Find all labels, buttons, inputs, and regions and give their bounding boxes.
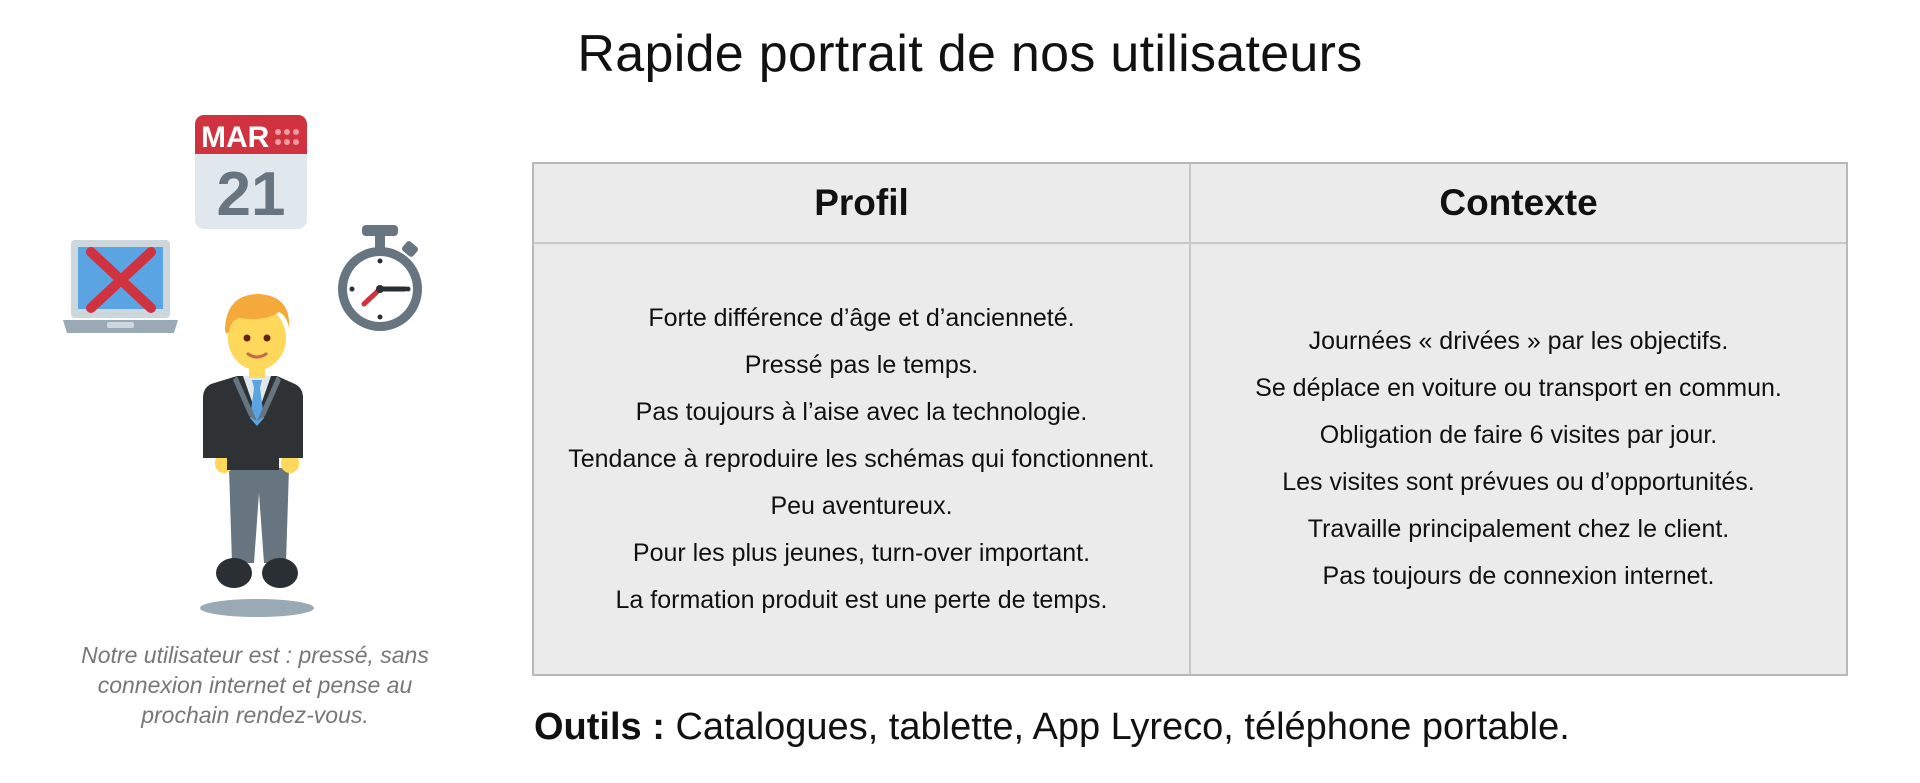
profil-column: Profil Forte différence d’âge et d’ancie… — [534, 164, 1191, 674]
profil-line: Pressé pas le temps. — [744, 350, 979, 379]
tools-value: Catalogues, tablette, App Lyreco, téléph… — [664, 706, 1570, 748]
tools-label: Outils : — [534, 706, 665, 748]
profil-line: Pour les plus jeunes, turn-over importan… — [632, 538, 1091, 567]
contexte-line: Journées « drivées » par les objectifs. — [1308, 327, 1729, 355]
profil-line: Pas toujours à l’aise avec la technologi… — [635, 397, 1088, 426]
illustration-caption: Notre utilisateur est : pressé, sans con… — [81, 642, 429, 728]
contexte-column: Contexte Journées « drivées » par les ob… — [1191, 164, 1846, 674]
profil-line: La formation produit est une perte de te… — [615, 585, 1108, 614]
contexte-line: Se déplace en voiture ou transport en co… — [1255, 374, 1782, 402]
calendar-icon: MAR 21 — [195, 115, 307, 229]
user-illustration: MAR 21 — [55, 110, 455, 630]
tools-line: Outils : Catalogues, tablette, App Lyrec… — [534, 706, 1570, 749]
profil-line: Peu aventureux. — [770, 491, 953, 520]
contexte-line: Les visites sont prévues ou d’opportunit… — [1282, 468, 1755, 496]
profil-line: Forte différence d’âge et d’ancienneté. — [648, 303, 1075, 332]
stopwatch-icon — [338, 225, 422, 331]
calendar-day: 21 — [217, 160, 286, 229]
user-portrait-table: Profil Forte différence d’âge et d’ancie… — [532, 162, 1848, 676]
contexte-line: Travaille principalement chez le client. — [1307, 515, 1730, 543]
profil-line: Tendance à reproduire les schémas qui fo… — [568, 444, 1155, 473]
businessman-icon — [200, 294, 314, 617]
laptop-no-connection-icon — [63, 240, 178, 333]
profil-header: Profil — [534, 164, 1189, 244]
contexte-line: Obligation de faire 6 visites par jour. — [1319, 421, 1718, 449]
page-title: Rapide portrait de nos utilisateurs — [577, 25, 1363, 83]
contexte-header: Contexte — [1191, 164, 1846, 244]
contexte-line: Pas toujours de connexion internet. — [1322, 562, 1715, 590]
calendar-month: MAR — [201, 121, 270, 154]
profil-body: Forte différence d’âge et d’ancienneté. … — [534, 244, 1189, 674]
contexte-body: Journées « drivées » par les objectifs. … — [1191, 244, 1846, 674]
